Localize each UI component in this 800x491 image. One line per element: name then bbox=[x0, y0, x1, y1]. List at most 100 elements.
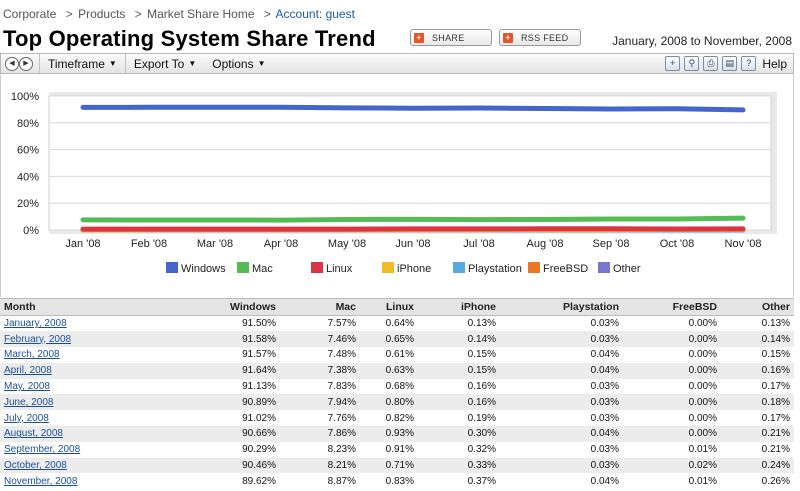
account-link[interactable]: Account: guest bbox=[276, 7, 355, 21]
plot-background bbox=[48, 95, 772, 231]
value-cell: 0.04% bbox=[500, 426, 623, 442]
help-link[interactable]: Help bbox=[762, 57, 787, 71]
value-cell: 0.64% bbox=[385, 318, 414, 330]
legend-swatch-linux bbox=[311, 262, 323, 273]
value-cell: 0.61% bbox=[385, 349, 414, 361]
month-link[interactable]: August, 2008 bbox=[4, 428, 63, 439]
table-row: June, 2008 90.89% 7.94% 0.80% 0.16% 0.03% 0.00… bbox=[0, 394, 794, 411]
share-plus-icon: + bbox=[414, 32, 424, 43]
back-arrow-icon[interactable]: ◀ bbox=[5, 56, 19, 71]
table-row: May, 2008 91.13% 7.83% 0.68% 0.16% 0.03% 0.00%… bbox=[0, 379, 794, 395]
value-cell: 0.32% bbox=[467, 444, 496, 456]
data-table: Month Windows Mac Linux iPhone Playstation Fre… bbox=[0, 298, 794, 489]
value-cell: 7.94% bbox=[280, 394, 360, 411]
value-cell: 8.21% bbox=[280, 457, 360, 474]
table-row: February, 2008 91.58% 7.46% 0.65% 0.14% 0.03%… bbox=[0, 331, 794, 348]
legend-swatch-playstation bbox=[453, 262, 465, 273]
value-cell: 89.62% bbox=[242, 475, 276, 487]
column-header-month[interactable]: Month bbox=[0, 298, 120, 316]
x-tick-label: Oct '08 bbox=[660, 238, 695, 250]
value-cell: 91.57% bbox=[242, 349, 276, 361]
rss-feed-button[interactable]: + RSS FEED bbox=[499, 29, 581, 46]
month-link[interactable]: July, 2008 bbox=[4, 413, 49, 424]
value-cell: 0.02% bbox=[623, 457, 721, 474]
month-link[interactable]: September, 2008 bbox=[4, 444, 80, 455]
legend-label-mac: Mac bbox=[252, 263, 273, 275]
find-icon[interactable]: ⚲ bbox=[684, 56, 700, 71]
export-menu[interactable]: Export To ▼ bbox=[126, 54, 204, 73]
chevron-down-icon: ▼ bbox=[188, 59, 197, 68]
legend-label-linux: Linux bbox=[326, 263, 353, 275]
share-button[interactable]: + SHARE bbox=[410, 29, 492, 46]
column-header-windows[interactable]: Windows bbox=[120, 298, 280, 316]
column-header-linux[interactable]: Linux bbox=[360, 298, 418, 316]
column-header-freebsd[interactable]: FreeBSD bbox=[623, 298, 721, 316]
legend-label-iphone: iPhone bbox=[397, 263, 431, 275]
value-cell: 7.86% bbox=[280, 426, 360, 442]
breadcrumb-market-share-home[interactable]: Market Share Home bbox=[147, 7, 254, 21]
y-tick-label: 100% bbox=[11, 91, 39, 103]
document-icon[interactable]: ▤ bbox=[722, 56, 738, 71]
legend-swatch-freebsd bbox=[528, 262, 540, 273]
value-cell: 0.00% bbox=[688, 412, 717, 424]
table-row: January, 2008 91.50% 7.57% 0.64% 0.13% 0.03% 0… bbox=[0, 316, 794, 332]
column-header-iphone[interactable]: iPhone bbox=[418, 298, 500, 316]
x-tick-label: Jul '08 bbox=[463, 238, 494, 250]
value-cell: 0.19% bbox=[467, 412, 496, 424]
timeframe-menu[interactable]: Timeframe ▼ bbox=[40, 54, 126, 73]
column-header-mac[interactable]: Mac bbox=[280, 298, 360, 316]
column-header-other[interactable]: Other bbox=[721, 298, 794, 316]
toolbar: ◀ ▶ Timeframe ▼ Export To ▼ Options ▼ + … bbox=[0, 53, 794, 74]
forward-arrow-icon[interactable]: ▶ bbox=[19, 56, 33, 71]
help-icon[interactable]: ? bbox=[741, 56, 757, 71]
month-link[interactable]: February, 2008 bbox=[4, 334, 71, 345]
table-header-row: Month Windows Mac Linux iPhone Playstation Fre… bbox=[0, 298, 794, 316]
share-label: SHARE bbox=[432, 32, 465, 43]
value-cell: 0.17% bbox=[761, 381, 790, 393]
value-cell: 0.00% bbox=[623, 394, 721, 411]
x-tick-label: Aug '08 bbox=[527, 238, 564, 250]
month-cell: June, 2008 bbox=[0, 394, 120, 411]
value-cell: 0.68% bbox=[385, 381, 414, 393]
options-menu[interactable]: Options ▼ bbox=[204, 54, 273, 73]
add-chart-icon[interactable]: + bbox=[665, 56, 681, 71]
value-cell: 0.04% bbox=[500, 362, 623, 379]
value-cell: 0.93% bbox=[360, 426, 418, 442]
print-icon[interactable]: ⎙ bbox=[703, 56, 719, 71]
breadcrumb-corporate[interactable]: Corporate bbox=[3, 7, 56, 21]
table-body: January, 2008 91.50% 7.57% 0.64% 0.13% 0.03% 0… bbox=[0, 316, 794, 490]
month-cell: October, 2008 bbox=[0, 457, 120, 474]
options-label: Options bbox=[212, 56, 254, 71]
value-cell: 0.00% bbox=[688, 318, 717, 330]
value-cell: 7.57% bbox=[327, 318, 356, 330]
month-cell: May, 2008 bbox=[0, 379, 120, 395]
value-cell: 0.80% bbox=[360, 394, 418, 411]
table-row: April, 2008 91.64% 7.38% 0.63% 0.15% 0.04% 0.0… bbox=[0, 362, 794, 379]
breadcrumb-products[interactable]: Products bbox=[78, 7, 125, 21]
month-link[interactable]: June, 2008 bbox=[4, 397, 54, 408]
legend-label-other: Other bbox=[613, 263, 641, 275]
month-link[interactable]: October, 2008 bbox=[4, 460, 67, 471]
month-link[interactable]: May, 2008 bbox=[4, 381, 50, 392]
x-tick-label: Jun '08 bbox=[395, 238, 430, 250]
month-link[interactable]: November, 2008 bbox=[4, 476, 77, 487]
value-cell: 0.03% bbox=[500, 331, 623, 348]
value-cell: 8.23% bbox=[327, 444, 356, 456]
breadcrumb-separator: > bbox=[134, 7, 142, 21]
value-cell: 90.46% bbox=[120, 457, 280, 474]
month-link[interactable]: January, 2008 bbox=[4, 318, 67, 329]
legend-swatch-iphone bbox=[382, 262, 394, 273]
column-header-playstation[interactable]: Playstation bbox=[500, 298, 623, 316]
value-cell: 0.04% bbox=[590, 349, 619, 361]
month-link[interactable]: March, 2008 bbox=[4, 349, 60, 360]
value-cell: 0.37% bbox=[467, 475, 496, 487]
value-cell: 0.18% bbox=[721, 394, 794, 411]
y-tick-label: 80% bbox=[17, 118, 39, 130]
month-link[interactable]: April, 2008 bbox=[4, 365, 52, 376]
value-cell: 0.82% bbox=[385, 412, 414, 424]
value-cell: 0.24% bbox=[721, 457, 794, 474]
y-tick-label: 60% bbox=[17, 145, 39, 157]
value-cell: 7.76% bbox=[327, 412, 356, 424]
page-title: Top Operating System Share Trend bbox=[3, 26, 376, 51]
x-tick-label: Jan '08 bbox=[65, 238, 100, 250]
